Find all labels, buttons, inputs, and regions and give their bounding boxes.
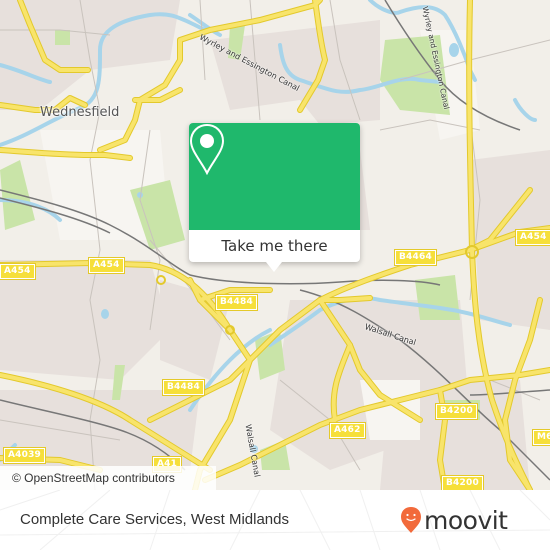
popup-pointer bbox=[266, 262, 282, 272]
map-pin-icon bbox=[189, 123, 225, 175]
road-shield: B4484 bbox=[215, 294, 258, 311]
destination-popup[interactable]: Take me there bbox=[189, 123, 360, 272]
road-shield: B4484 bbox=[162, 379, 205, 396]
road-shield: B4200 bbox=[441, 475, 484, 490]
road-shield: A4039 bbox=[2, 447, 47, 464]
road-shield: A462 bbox=[329, 422, 366, 439]
moovit-logo[interactable]: moovit bbox=[400, 504, 508, 536]
place-label-wednesfield: Wednesfield bbox=[40, 105, 120, 120]
location-title: Complete Care Services, West Midlands bbox=[20, 511, 289, 528]
road-shield: M6 bbox=[532, 429, 550, 446]
road-shield: B4200 bbox=[435, 403, 478, 420]
road-shield: B4464 bbox=[394, 249, 437, 266]
map-view[interactable]: Wednesfield Wyrley and Essington Canal W… bbox=[0, 0, 550, 490]
moovit-smiley-pin-icon bbox=[401, 507, 421, 533]
footer: Complete Care Services, West Midlands mo… bbox=[0, 490, 550, 550]
take-me-there-button[interactable]: Take me there bbox=[189, 230, 360, 262]
brand-name: moovit bbox=[424, 505, 508, 535]
road-shield: A454 bbox=[515, 229, 550, 246]
road-shield: A454 bbox=[0, 263, 36, 280]
road-shield: A454 bbox=[88, 257, 125, 274]
popup-header bbox=[189, 123, 360, 230]
map-attribution[interactable]: © OpenStreetMap contributors bbox=[0, 466, 216, 490]
